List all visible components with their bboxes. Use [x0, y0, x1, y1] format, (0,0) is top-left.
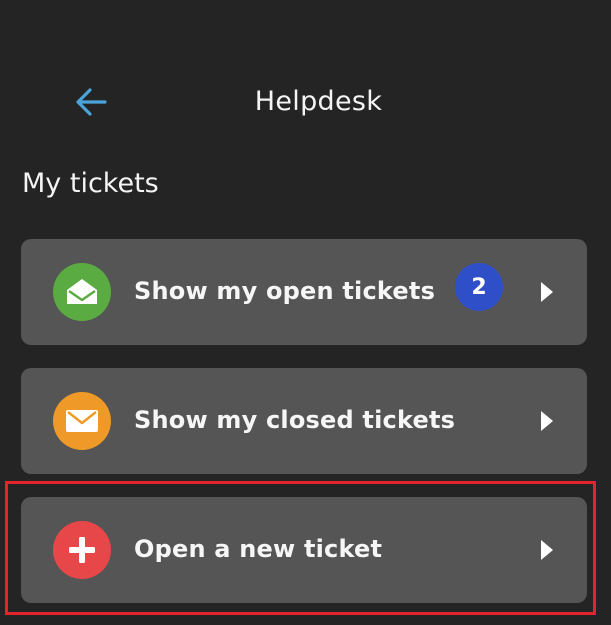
section-title: My tickets [22, 168, 159, 199]
card-label: Show my closed tickets [134, 406, 456, 434]
closed-envelope-icon [53, 392, 111, 450]
header-bar: Helpdesk [0, 70, 611, 134]
chevron-right-icon [541, 540, 553, 560]
chevron-right-icon [541, 411, 553, 431]
plus-icon [53, 521, 111, 579]
show-closed-tickets-button[interactable]: Show my closed tickets [21, 368, 587, 474]
card-label: Open a new ticket [134, 535, 383, 563]
open-envelope-icon [53, 263, 111, 321]
show-open-tickets-button[interactable]: Show my open tickets 2 [21, 239, 587, 345]
open-new-ticket-button[interactable]: Open a new ticket [21, 497, 587, 603]
card-label: Show my open tickets [134, 277, 436, 305]
chevron-right-icon [541, 282, 553, 302]
page-title: Helpdesk [254, 86, 383, 117]
open-tickets-count-badge: 2 [455, 263, 503, 311]
